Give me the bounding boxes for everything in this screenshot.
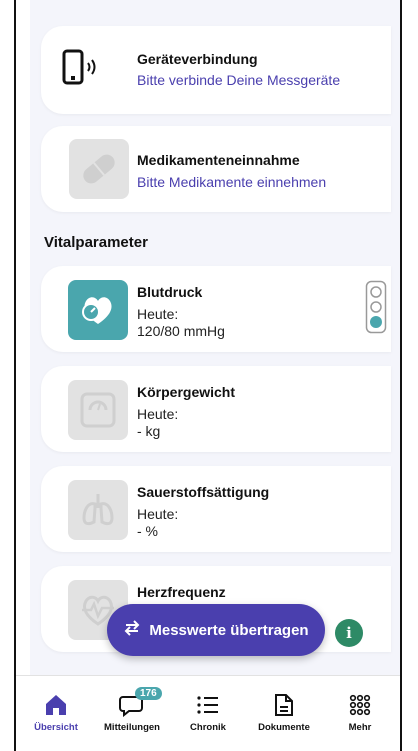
- blood-pressure-value: 120/80 mmHg: [137, 323, 225, 339]
- lungs-icon: [68, 480, 128, 540]
- nav-item-overview[interactable]: Übersicht: [18, 676, 94, 751]
- weight-value: - kg: [137, 423, 161, 439]
- medication-card-title: Medikamenteneinnahme: [137, 152, 300, 168]
- weight-title: Körpergewicht: [137, 384, 236, 400]
- oxygen-value: - %: [137, 523, 158, 539]
- grid-dots-icon: [349, 692, 371, 718]
- transfer-values-label: Messwerte übertragen: [149, 621, 309, 639]
- bottom-navigation: Übersicht 176 Mitteilungen Chronik Dokum…: [16, 675, 400, 751]
- nav-item-more[interactable]: Mehr: [322, 676, 398, 751]
- nav-label-overview: Übersicht: [34, 722, 78, 733]
- nav-label-more: Mehr: [348, 722, 372, 733]
- nav-label-documents: Dokumente: [258, 722, 310, 733]
- pill-icon: [69, 139, 129, 199]
- device-card-title: Geräteverbindung: [137, 51, 258, 67]
- medication-card-subtitle[interactable]: Bitte Medikamente einnehmen: [137, 174, 326, 190]
- nav-item-messages[interactable]: 176 Mitteilungen: [94, 676, 170, 751]
- medication-card[interactable]: Medikamenteneinnahme Bitte Medikamente e…: [41, 126, 391, 212]
- oxygen-label: Heute:: [137, 506, 179, 522]
- blood-pressure-card[interactable]: Blutdruck Heute: 120/80 mmHg: [41, 266, 391, 352]
- oxygen-title: Sauerstoffsättigung: [137, 484, 270, 500]
- weight-label: Heute:: [137, 406, 179, 422]
- blood-pressure-icon: [68, 280, 128, 340]
- heart-rate-title: Herzfrequenz: [137, 584, 226, 600]
- chat-icon: 176: [119, 687, 162, 718]
- blood-pressure-label: Heute:: [137, 306, 179, 322]
- list-icon: [196, 692, 220, 718]
- document-icon: [274, 692, 294, 718]
- device-connection-card[interactable]: Geräteverbindung Bitte verbinde Deine Me…: [41, 26, 391, 114]
- traffic-light-icon: [365, 280, 387, 339]
- nav-item-chronicle[interactable]: Chronik: [170, 676, 246, 751]
- weight-card[interactable]: Körpergewicht Heute: - kg: [41, 366, 391, 452]
- oxygen-card[interactable]: Sauerstoffsättigung Heute: - %: [41, 466, 391, 552]
- info-button[interactable]: i: [335, 619, 363, 647]
- vital-section-title: Vitalparameter: [44, 234, 148, 251]
- nav-label-messages: Mitteilungen: [104, 722, 160, 733]
- scale-icon: [68, 380, 128, 440]
- transfer-values-button[interactable]: Messwerte übertragen: [107, 604, 325, 656]
- nav-item-documents[interactable]: Dokumente: [246, 676, 322, 751]
- blood-pressure-title: Blutdruck: [137, 284, 203, 300]
- swap-arrows-icon: [123, 620, 141, 640]
- nav-label-chronicle: Chronik: [190, 722, 226, 733]
- phone-icon: [61, 48, 101, 93]
- home-icon: [44, 692, 68, 718]
- device-card-subtitle[interactable]: Bitte verbinde Deine Messgeräte: [137, 72, 340, 88]
- messages-badge: 176: [135, 687, 162, 700]
